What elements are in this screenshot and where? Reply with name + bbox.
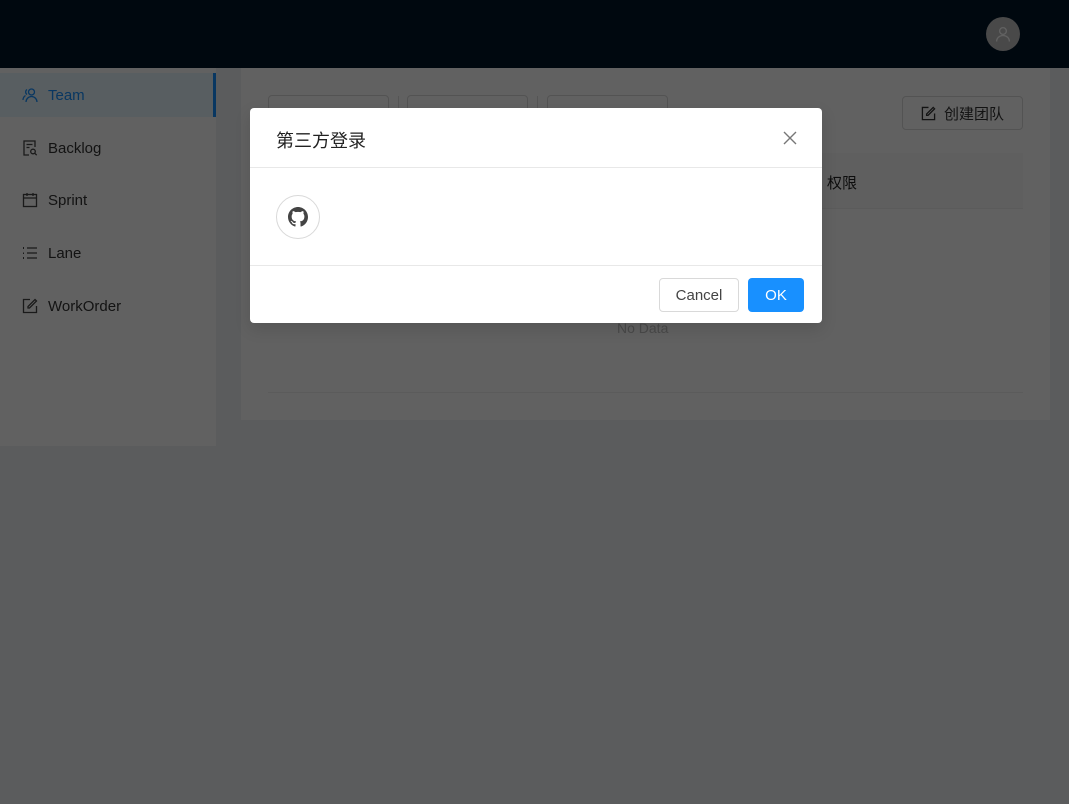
third-party-login-modal: 第三方登录 Cancel OK: [250, 108, 822, 323]
close-button[interactable]: [780, 128, 800, 148]
modal-header: 第三方登录: [250, 108, 822, 168]
github-icon: [288, 207, 308, 227]
github-login-button[interactable]: [276, 195, 320, 239]
close-icon: [783, 131, 797, 145]
modal-title: 第三方登录: [276, 131, 366, 151]
ok-button[interactable]: OK: [748, 278, 804, 312]
modal-body: [250, 168, 822, 266]
cancel-button[interactable]: Cancel: [659, 278, 739, 312]
modal-footer: Cancel OK: [250, 265, 822, 323]
